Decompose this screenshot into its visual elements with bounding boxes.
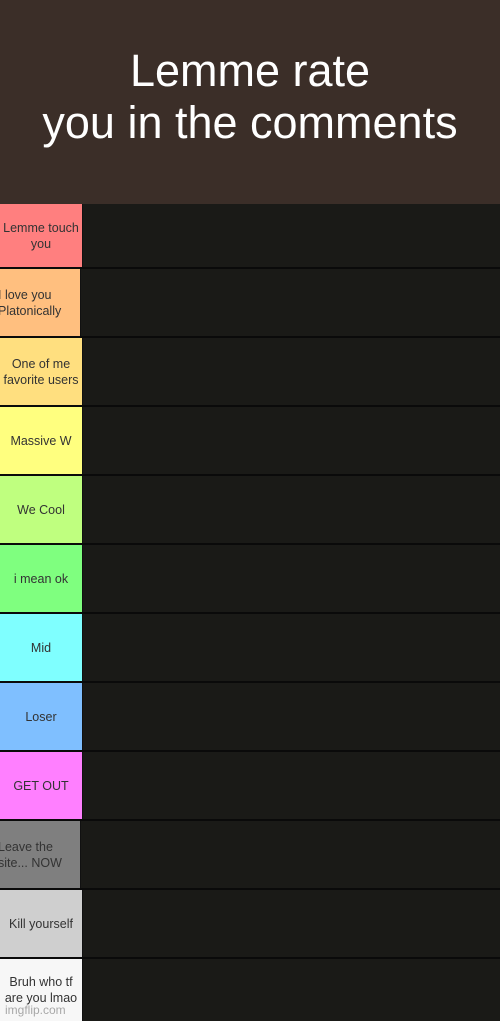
tier-label[interactable]: I love you Platonically xyxy=(0,269,80,336)
tier-row: We Cool xyxy=(0,474,500,543)
tier-label[interactable]: We Cool xyxy=(0,476,82,543)
tier-row: I love you Platonically xyxy=(0,267,500,336)
tier-list-header: Lemme rate you in the comments xyxy=(0,0,500,204)
tier-row: Leave the site... NOW xyxy=(0,819,500,888)
tier-label[interactable]: GET OUT xyxy=(0,752,82,819)
tier-label[interactable]: Leave the site... NOW xyxy=(0,821,80,888)
tier-label[interactable]: Mid xyxy=(0,614,82,681)
tier-row: Kill yourself xyxy=(0,888,500,957)
tier-drop-zone[interactable] xyxy=(82,476,500,543)
tier-label[interactable]: Kill yourself xyxy=(0,890,82,957)
tier-row: One of me favorite users xyxy=(0,336,500,405)
tier-row: GET OUT xyxy=(0,750,500,819)
tier-row: Lemme touch you xyxy=(0,204,500,267)
tier-drop-zone[interactable] xyxy=(82,959,500,1021)
tier-drop-zone[interactable] xyxy=(80,269,500,336)
tier-row: i mean ok xyxy=(0,543,500,612)
tier-label[interactable]: Lemme touch you xyxy=(0,204,82,267)
tier-drop-zone[interactable] xyxy=(82,338,500,405)
tier-drop-zone[interactable] xyxy=(82,545,500,612)
tier-label[interactable]: Loser xyxy=(0,683,82,750)
tier-drop-zone[interactable] xyxy=(80,821,500,888)
tier-row: Loser xyxy=(0,681,500,750)
tier-list: Lemme touch you I love you Platonically … xyxy=(0,204,500,1021)
tier-row: Bruh who tf are you lmao xyxy=(0,957,500,1021)
tier-drop-zone[interactable] xyxy=(82,752,500,819)
tier-list-title: Lemme rate you in the comments xyxy=(42,45,458,148)
tier-drop-zone[interactable] xyxy=(82,683,500,750)
tier-label[interactable]: One of me favorite users xyxy=(0,338,82,405)
tier-label[interactable]: Massive W xyxy=(0,407,82,474)
tier-row: Mid xyxy=(0,612,500,681)
tier-drop-zone[interactable] xyxy=(82,407,500,474)
tier-label[interactable]: i mean ok xyxy=(0,545,82,612)
tier-drop-zone[interactable] xyxy=(82,890,500,957)
tier-row: Massive W xyxy=(0,405,500,474)
tier-drop-zone[interactable] xyxy=(82,204,500,267)
imgflip-watermark: imgflip.com xyxy=(5,1003,66,1017)
tier-drop-zone[interactable] xyxy=(82,614,500,681)
